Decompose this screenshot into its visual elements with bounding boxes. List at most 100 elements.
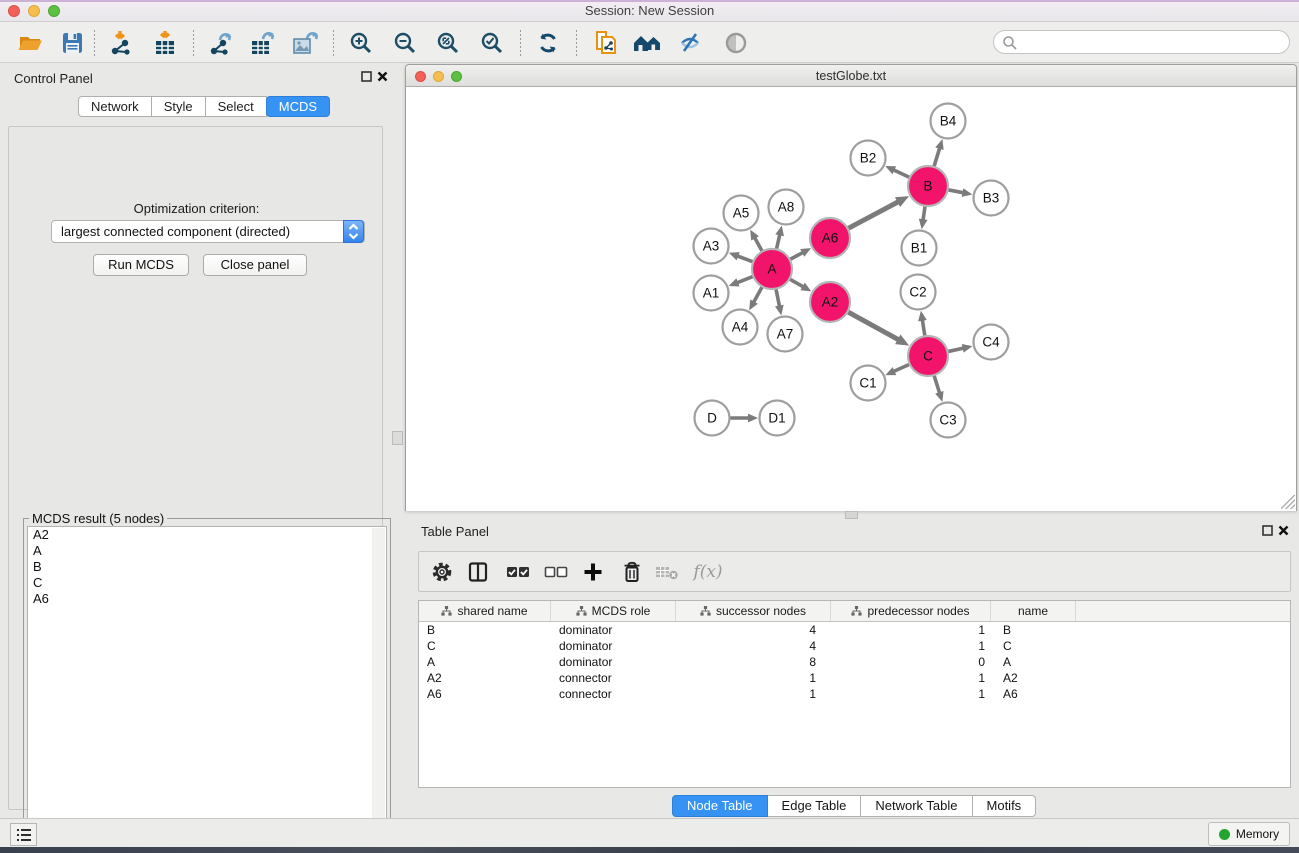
export-network-button[interactable] bbox=[204, 29, 236, 57]
table-cell[interactable]: A6 bbox=[991, 686, 1076, 702]
table-cell[interactable]: A6 bbox=[419, 686, 551, 702]
graph-edge-A-A3[interactable] bbox=[729, 252, 753, 261]
table-cell[interactable]: 1 bbox=[831, 686, 991, 702]
graph-node-C1[interactable]: C1 bbox=[851, 366, 886, 401]
export-image-button[interactable] bbox=[289, 29, 321, 57]
network-window-titlebar[interactable]: testGlobe.txt bbox=[406, 65, 1296, 87]
mcds-result-item[interactable]: A2 bbox=[28, 527, 386, 543]
graph-edge-A-A1[interactable] bbox=[729, 277, 753, 287]
graph-node-A1[interactable]: A1 bbox=[694, 276, 729, 311]
column-header-name[interactable]: name bbox=[991, 601, 1076, 621]
graph-node-B4[interactable]: B4 bbox=[931, 104, 966, 139]
graph-node-A4[interactable]: A4 bbox=[723, 310, 758, 345]
mcds-result-item[interactable]: B bbox=[28, 559, 386, 575]
tab-motifs[interactable]: Motifs bbox=[973, 795, 1037, 817]
column-header-successor-nodes[interactable]: successor nodes bbox=[676, 601, 831, 621]
tab-mcds[interactable]: MCDS bbox=[266, 96, 330, 117]
zoom-fit-button[interactable] bbox=[432, 29, 464, 57]
table-row[interactable]: Cdominator41C bbox=[419, 638, 1290, 654]
table-cell[interactable]: 1 bbox=[831, 622, 991, 638]
graph-node-A[interactable]: A bbox=[752, 249, 792, 289]
graph-edge-C-C3[interactable] bbox=[934, 376, 943, 402]
zoom-out-button[interactable] bbox=[389, 29, 421, 57]
table-settings-button[interactable] bbox=[429, 559, 455, 585]
graph-node-D1[interactable]: D1 bbox=[760, 401, 795, 436]
close-panel-icon[interactable] bbox=[377, 71, 388, 82]
show-graphics-details-button[interactable] bbox=[720, 29, 752, 57]
float-table-panel-icon[interactable] bbox=[1262, 525, 1273, 536]
mcds-result-item[interactable]: A6 bbox=[28, 591, 386, 607]
graph-node-C[interactable]: C bbox=[908, 336, 948, 376]
table-cell[interactable]: A bbox=[991, 654, 1076, 670]
show-columns-button[interactable] bbox=[465, 559, 491, 585]
column-header-shared-name[interactable]: shared name bbox=[419, 601, 551, 621]
graph-node-C4[interactable]: C4 bbox=[974, 325, 1009, 360]
horizontal-split-handle[interactable] bbox=[845, 511, 858, 519]
close-table-panel-icon[interactable] bbox=[1278, 525, 1289, 536]
zoom-selected-button[interactable] bbox=[476, 29, 508, 57]
table-cell[interactable]: dominator bbox=[551, 638, 676, 654]
graph-node-A3[interactable]: A3 bbox=[694, 229, 729, 264]
delete-column-button[interactable] bbox=[619, 559, 645, 585]
mcds-result-item[interactable]: A bbox=[28, 543, 386, 559]
graph-node-B1[interactable]: B1 bbox=[902, 231, 937, 266]
table-cell[interactable]: 1 bbox=[676, 670, 831, 686]
graph-edge-B-B4[interactable] bbox=[934, 139, 944, 166]
table-cell[interactable]: connector bbox=[551, 670, 676, 686]
tab-network[interactable]: Network bbox=[78, 96, 152, 117]
table-cell[interactable]: B bbox=[991, 622, 1076, 638]
graph-edge-A-A6[interactable] bbox=[791, 248, 812, 259]
graph-node-C3[interactable]: C3 bbox=[931, 403, 966, 438]
graph-edge-A-A8[interactable] bbox=[775, 226, 784, 249]
graph-node-A7[interactable]: A7 bbox=[768, 317, 803, 352]
search-box[interactable] bbox=[993, 30, 1290, 54]
import-table-button[interactable] bbox=[149, 29, 181, 57]
table-cell[interactable]: 8 bbox=[676, 654, 831, 670]
network-canvas[interactable]: B4B2BB3A5A8A6B1A3AC2A1A2A4A7C4CC1C3DD1 bbox=[406, 87, 1296, 511]
window-resize-grip[interactable] bbox=[1281, 495, 1295, 509]
table-row[interactable]: Bdominator41B bbox=[419, 622, 1290, 638]
table-cell[interactable]: 0 bbox=[831, 654, 991, 670]
tab-edge-table[interactable]: Edge Table bbox=[768, 795, 862, 817]
open-session-button[interactable] bbox=[14, 29, 46, 57]
save-session-button[interactable] bbox=[56, 29, 88, 57]
graph-node-A6[interactable]: A6 bbox=[810, 218, 850, 258]
deselect-all-button[interactable] bbox=[543, 559, 569, 585]
search-input[interactable] bbox=[1022, 33, 1282, 51]
create-column-button[interactable] bbox=[580, 559, 606, 585]
import-network-button[interactable] bbox=[105, 29, 137, 57]
mcds-list-scrollbar[interactable] bbox=[372, 528, 385, 853]
graph-edge-D-D1[interactable] bbox=[731, 414, 759, 423]
column-header-predecessor-nodes[interactable]: predecessor nodes bbox=[831, 601, 991, 621]
table-cell[interactable]: A bbox=[419, 654, 551, 670]
table-row[interactable]: A2connector11A2 bbox=[419, 670, 1290, 686]
table-cell[interactable]: A2 bbox=[991, 670, 1076, 686]
table-cell[interactable]: 1 bbox=[676, 686, 831, 702]
tab-select[interactable]: Select bbox=[206, 96, 267, 117]
graph-node-C2[interactable]: C2 bbox=[901, 275, 936, 310]
mcds-result-item[interactable]: C bbox=[28, 575, 386, 591]
graph-edge-A-A2[interactable] bbox=[790, 279, 811, 291]
graph-edge-C-C2[interactable] bbox=[918, 311, 927, 335]
table-cell[interactable]: 1 bbox=[831, 670, 991, 686]
graph-node-B3[interactable]: B3 bbox=[974, 181, 1009, 216]
run-mcds-button[interactable]: Run MCDS bbox=[93, 254, 189, 276]
tab-network-table[interactable]: Network Table bbox=[861, 795, 972, 817]
graph-edge-B-B1[interactable] bbox=[919, 207, 928, 229]
table-cell[interactable]: A2 bbox=[419, 670, 551, 686]
tab-node-table[interactable]: Node Table bbox=[672, 795, 768, 817]
graph-edge-C-C4[interactable] bbox=[948, 344, 972, 353]
table-row[interactable]: A6connector11A6 bbox=[419, 686, 1290, 702]
home-button[interactable] bbox=[632, 29, 664, 57]
graph-edge-B-B2[interactable] bbox=[885, 166, 909, 177]
column-header-MCDS-role[interactable]: MCDS role bbox=[551, 601, 676, 621]
hide-graphics-details-button[interactable] bbox=[675, 29, 707, 57]
graph-edge-A-A7[interactable] bbox=[775, 290, 784, 316]
memory-button[interactable]: Memory bbox=[1208, 822, 1290, 846]
table-cell[interactable]: dominator bbox=[551, 622, 676, 638]
select-all-button[interactable] bbox=[505, 559, 531, 585]
criterion-dropdown[interactable]: largest connected component (directed) bbox=[51, 220, 365, 243]
table-cell[interactable]: 4 bbox=[676, 638, 831, 654]
vertical-split-handle[interactable] bbox=[392, 431, 403, 445]
graph-edge-C-C1[interactable] bbox=[885, 365, 909, 376]
